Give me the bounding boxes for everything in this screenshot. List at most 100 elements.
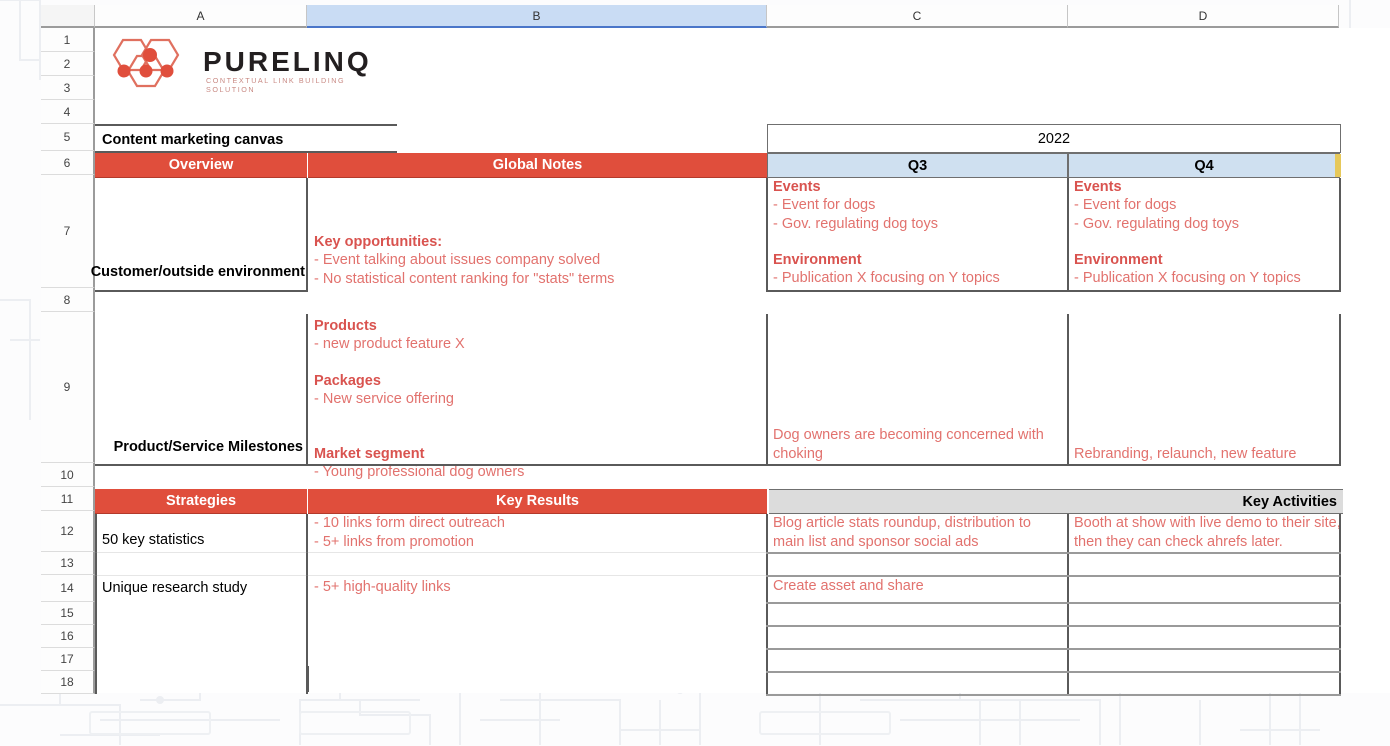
row-rule-12-13	[766, 552, 1341, 554]
q4-milestones-text: Rebranding, relaunch, new feature	[1074, 446, 1297, 462]
purelinq-logo: PURELINQ CONTEXTUAL LINK BUILDING SOLUTI…	[103, 34, 369, 96]
row-header-6[interactable]: 6	[41, 151, 95, 175]
column-header-b[interactable]: B	[307, 5, 767, 28]
row-number: 2	[63, 56, 71, 71]
q3-activity-row-1: Blog article stats roundup, distribution…	[773, 515, 1035, 550]
header-strategies-label: Strategies	[165, 493, 237, 509]
q4-activity-row-1: Booth at show with live demo to their si…	[1074, 515, 1345, 550]
column-header-a[interactable]: A	[95, 5, 307, 28]
row-number: 9	[63, 380, 71, 394]
border-v-b-c-s2	[766, 514, 768, 694]
row-rule-18-bottom	[766, 694, 1341, 696]
header-q4: Q4	[1068, 153, 1340, 178]
row-header-13[interactable]: 13	[41, 552, 95, 575]
cell-cursor-tick	[307, 666, 309, 692]
row-header-8[interactable]: 8	[41, 288, 95, 312]
row-number: 5	[63, 130, 71, 144]
row-header-10[interactable]: 10	[41, 463, 95, 487]
row-label-product-service-milestones: Product/Service Milestones	[113, 438, 303, 455]
row-header-3[interactable]: 3	[41, 76, 95, 100]
border-a-row7-bottom	[95, 290, 307, 292]
column-header-d[interactable]: D	[1068, 5, 1339, 28]
row-rule-15-16	[766, 625, 1341, 627]
row-number: 14	[60, 581, 74, 595]
border-v-right-row7	[1339, 178, 1341, 292]
row-number: 3	[63, 80, 71, 95]
row-number: 15	[60, 606, 74, 620]
row-rule-14-15	[766, 602, 1341, 604]
row-header-16[interactable]: 16	[41, 625, 95, 648]
row-rule-17-18	[766, 671, 1341, 673]
header-global-notes-label: Global Notes	[492, 157, 583, 173]
header-q3-label: Q3	[907, 157, 928, 174]
row-header-12[interactable]: 12	[41, 511, 95, 552]
row-number: 16	[60, 629, 74, 643]
q4-environment-lines: - Publication X focusing on Y topics	[1074, 270, 1301, 286]
row-rule-16-17	[766, 648, 1341, 650]
row-header-11[interactable]: 11	[41, 487, 95, 511]
border-title-bottom	[95, 151, 397, 153]
row-number: 11	[60, 491, 74, 506]
hexagon-network-icon	[112, 38, 180, 88]
border-v-b-c-row9	[766, 314, 768, 466]
border-v-b-c-row7	[766, 178, 768, 292]
select-all-corner[interactable]	[41, 5, 95, 28]
row-number: 10	[60, 467, 74, 482]
gn-products-line: - new product feature X	[314, 336, 465, 352]
row-number: 7	[63, 224, 71, 238]
column-header-a-label: A	[196, 8, 205, 23]
border-v-right-row9	[1339, 314, 1341, 466]
row-number: 8	[63, 292, 71, 307]
global-notes-key-opportunities-lines: - Event talking about issues company sol…	[314, 252, 615, 287]
spreadsheet[interactable]: A B C D 1 2 3 4 5 6 7 8 9 10 11 12 13 14…	[0, 0, 1390, 700]
header-key-results: Key Results	[308, 489, 767, 514]
column-header-d-label: D	[1198, 8, 1208, 23]
border-v-c-d-s2	[1067, 514, 1069, 694]
header-key-activities: Key Activities	[769, 489, 1343, 514]
row-header-1[interactable]: 1	[41, 28, 95, 52]
border-v-c-d-row7	[1067, 178, 1069, 292]
row-rule-13-14	[766, 575, 1341, 577]
header-strategies: Strategies	[95, 489, 307, 514]
border-v-right-s2	[1339, 514, 1341, 694]
column-header-c[interactable]: C	[767, 5, 1068, 28]
column-header-c-label: C	[912, 8, 922, 23]
header-global-notes: Global Notes	[308, 153, 767, 178]
header-q4-label: Q4	[1194, 157, 1214, 174]
row-header-4[interactable]: 4	[41, 100, 95, 124]
row-header-15[interactable]: 15	[41, 602, 95, 625]
border-v-left-s2	[95, 514, 97, 694]
row-header-14[interactable]: 14	[41, 575, 95, 602]
q4-events-lines: - Event for dogs - Gov. regulating dog t…	[1074, 197, 1239, 232]
row-rule-s2-a-12	[95, 552, 767, 553]
key-results-row-1: - 10 links form direct outreach - 5+ lin…	[314, 515, 505, 550]
year-header: 2022	[767, 124, 1341, 153]
border-v-c-d-row9	[1067, 314, 1069, 466]
row-header-17[interactable]: 17	[41, 648, 95, 671]
border-title-top	[95, 124, 397, 126]
border-row7-bottom	[766, 290, 1341, 292]
q3-activity-row-3: Create asset and share	[773, 578, 924, 594]
key-results-row-3: - 5+ high-quality links	[314, 579, 451, 595]
border-row9-bottom	[95, 464, 1341, 466]
gn-packages-line: - New service offering	[314, 391, 454, 407]
header-overview-label: Overview	[168, 157, 234, 173]
row-header-18[interactable]: 18	[41, 671, 95, 694]
row-number: 17	[60, 652, 74, 666]
logo-brand-text: PURELINQ	[203, 46, 372, 77]
row-number: 12	[60, 524, 74, 538]
header-key-results-label: Key Results	[495, 493, 579, 509]
q3-milestones-text: Dog owners are becoming concerned with c…	[773, 427, 1048, 462]
sheet-grid[interactable]: PURELINQ CONTEXTUAL LINK BUILDING SOLUTI…	[91, 28, 1390, 696]
header-overview: Overview	[95, 153, 307, 178]
row-header-2[interactable]: 2	[41, 52, 95, 76]
q4-accent-bar	[1335, 154, 1341, 177]
row-number: 4	[63, 104, 71, 119]
q3-environment-lines: - Publication X focusing on Y topics	[773, 270, 1000, 286]
page-title: Content marketing canvas	[102, 131, 284, 148]
row-rule-s2-a-14	[95, 575, 767, 576]
row-header-5[interactable]: 5	[41, 124, 95, 151]
header-q3: Q3	[767, 153, 1068, 178]
row-number: 13	[60, 556, 74, 570]
strategy-row-3-label: Unique research study	[102, 579, 248, 596]
